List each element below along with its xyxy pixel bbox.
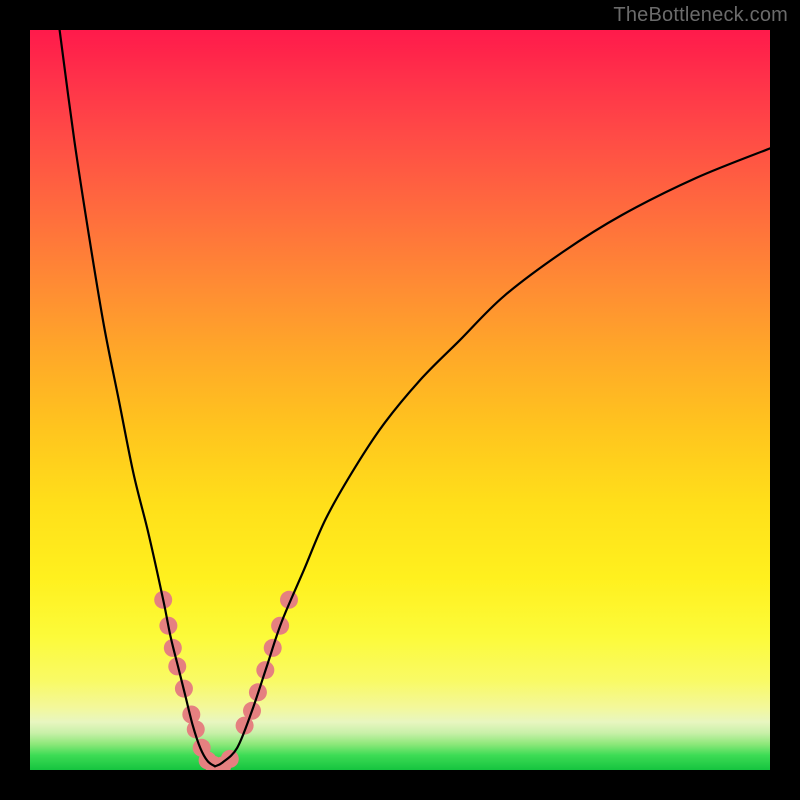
chart-svg [30,30,770,770]
series-left-curve [60,30,215,766]
highlight-dots-layer [154,591,298,770]
series-right-curve [215,148,770,766]
highlight-dot-left-12 [221,750,239,768]
watermark-text: TheBottleneck.com [613,4,788,27]
chart-frame: TheBottleneck.com [0,0,800,800]
curve-lines-layer [60,30,770,766]
plot-area [30,30,770,770]
